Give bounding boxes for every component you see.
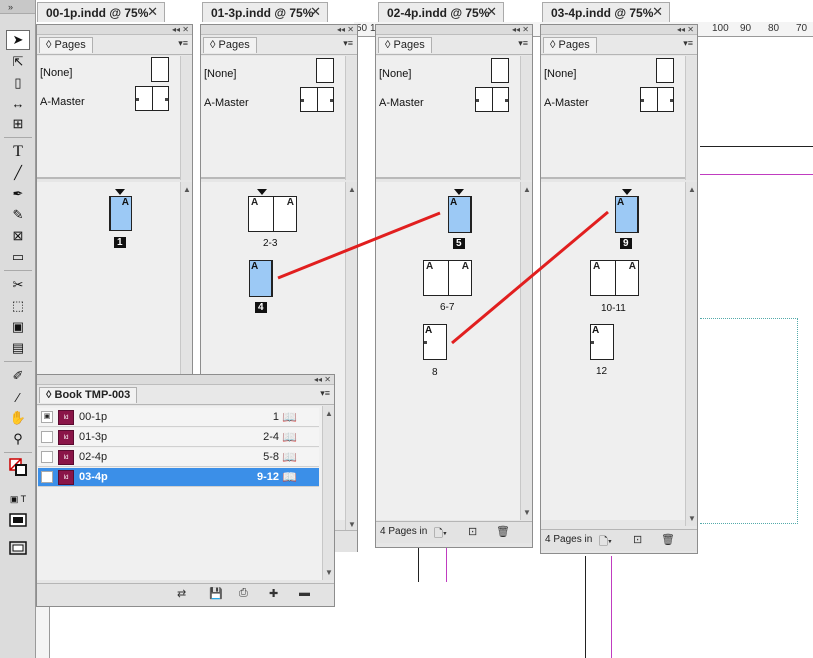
annotation-line: [277, 211, 441, 280]
annotation-overlay: [277, 210, 609, 345]
annotation-line: [451, 210, 609, 345]
